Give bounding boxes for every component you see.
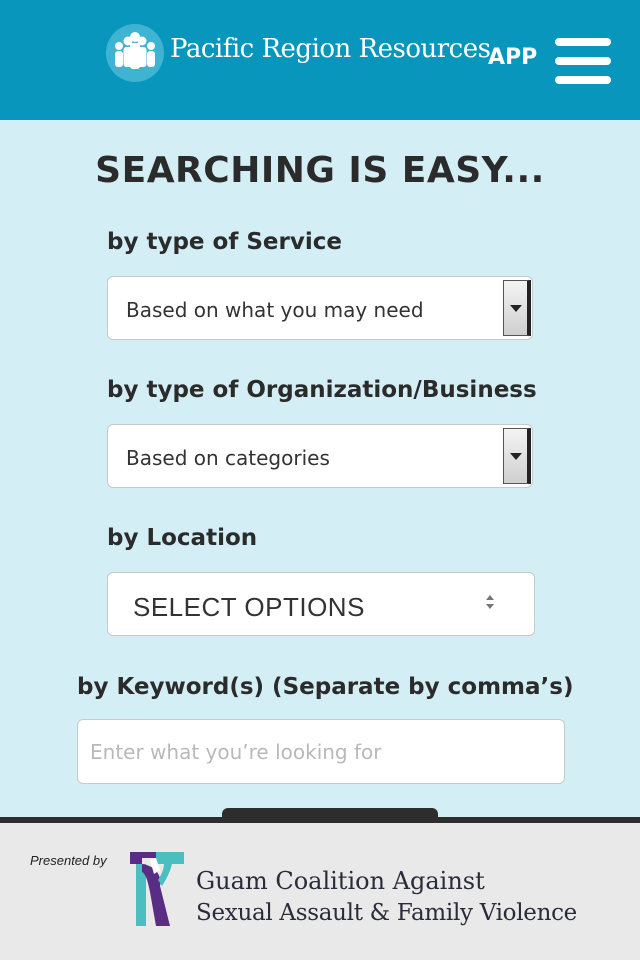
page-title: SEARCHING IS EASY... bbox=[95, 150, 545, 191]
location-label: by Location bbox=[107, 525, 258, 551]
presented-by-label: Presented by bbox=[30, 853, 107, 868]
location-select-value: SELECT OPTIONS bbox=[133, 592, 365, 622]
people-group-icon bbox=[106, 24, 164, 82]
service-dropdown-button[interactable] bbox=[503, 280, 531, 336]
service-label: by type of Service bbox=[107, 229, 342, 255]
hamburger-menu-icon[interactable] bbox=[555, 38, 611, 84]
location-select[interactable]: SELECT OPTIONS bbox=[107, 572, 535, 636]
keyword-search-input[interactable] bbox=[77, 719, 565, 784]
app-header: Pacific Region Resources APP bbox=[0, 0, 640, 120]
organization-select[interactable]: Based on categories bbox=[107, 424, 533, 488]
organization-dropdown-button[interactable] bbox=[503, 428, 531, 484]
organization-label: by type of Organization/Business bbox=[107, 377, 537, 403]
org-name-line1: Guam Coalition Against bbox=[196, 867, 485, 895]
chevron-down-icon bbox=[510, 305, 522, 312]
service-select-value: Based on what you may need bbox=[126, 298, 424, 322]
up-down-arrows-icon bbox=[486, 595, 494, 609]
organization-select-value: Based on categories bbox=[126, 446, 330, 470]
app-label: APP bbox=[488, 45, 538, 70]
chevron-down-icon bbox=[510, 453, 522, 460]
service-select[interactable]: Based on what you may need bbox=[107, 276, 533, 340]
keyword-label: by Keyword(s) (Separate by comma’s) bbox=[77, 674, 574, 700]
org-name-line2: Sexual Assault & Family Violence bbox=[196, 900, 577, 926]
brand-name: Pacific Region Resources bbox=[170, 34, 491, 64]
gcasafv-logo-icon bbox=[130, 852, 184, 926]
